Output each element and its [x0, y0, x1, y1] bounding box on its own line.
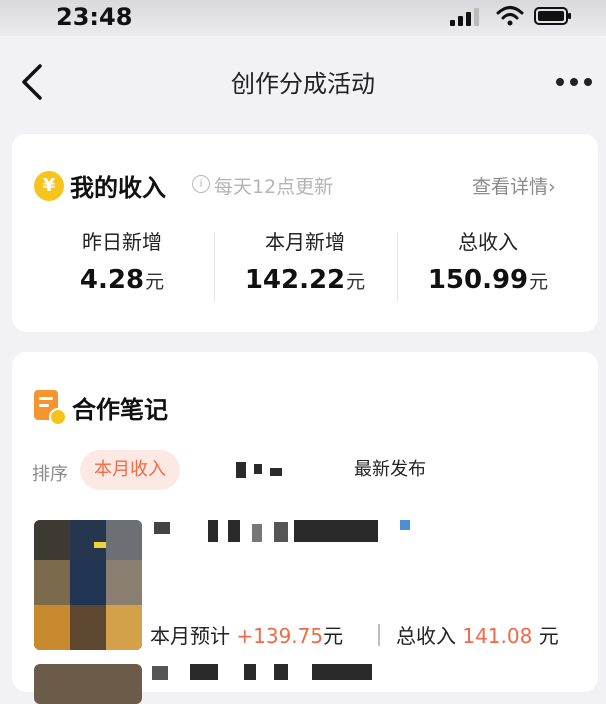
more-icon[interactable]	[556, 78, 596, 88]
sort-tab-month-income[interactable]: 本月收入	[80, 450, 180, 490]
status-bar: 23:48	[0, 0, 606, 36]
stat-unit: 元	[346, 271, 366, 293]
view-details-label: 查看详情	[472, 176, 549, 198]
total-income-label: 总收入	[396, 624, 456, 648]
stat-number: 142.22	[244, 265, 346, 295]
battery-icon	[534, 7, 571, 25]
sort-tab-label: 本月收入	[94, 459, 166, 480]
note-total-income: 总收入 141.08 元	[396, 620, 559, 649]
update-note: 每天12点更新	[214, 176, 334, 198]
chevron-right-icon: ›	[548, 176, 556, 198]
view-details-link[interactable]: 查看详情›	[472, 172, 556, 199]
notes-title: 合作笔记	[72, 396, 168, 424]
income-card: ¥ 我的收入 i 每天12点更新 查看详情› 昨日新增 4.28元 本月新增 1…	[12, 134, 598, 332]
note-thumbnail	[34, 520, 142, 650]
row-divider	[378, 624, 380, 646]
signal-icon	[450, 8, 484, 26]
stat-yesterday: 昨日新增 4.28元	[32, 226, 212, 295]
sort-tab-label: 最新发布	[354, 459, 426, 480]
nav-bar: 创作分成活动	[0, 36, 606, 126]
total-income-unit: 元	[538, 624, 559, 648]
stat-value: 4.28元	[32, 265, 212, 295]
stat-value: 150.99元	[398, 265, 578, 295]
page-title: 创作分成活动	[231, 70, 375, 98]
sort-tab-obscured[interactable]	[220, 450, 322, 490]
stat-label: 总收入	[458, 230, 518, 254]
stat-unit: 元	[529, 271, 549, 293]
note-thumbnail	[34, 664, 142, 704]
total-income-value: 141.08	[462, 624, 533, 648]
yuan-coin-icon: ¥	[34, 171, 64, 201]
stat-total: 总收入 150.99元	[398, 226, 578, 295]
info-icon[interactable]: i	[192, 175, 210, 193]
income-title: 我的收入	[70, 174, 166, 202]
month-estimate: 本月预计 +139.75元	[150, 620, 343, 649]
notes-icon	[34, 390, 67, 426]
stat-label: 昨日新增	[82, 230, 162, 254]
stat-label: 本月新增	[265, 230, 345, 254]
stat-unit: 元	[145, 271, 165, 293]
month-estimate-value: +139.75	[236, 624, 324, 648]
stat-this-month: 本月新增 142.22元	[215, 226, 395, 295]
month-estimate-label: 本月预计	[150, 624, 230, 648]
stat-number: 4.28	[79, 265, 145, 295]
wifi-icon	[496, 6, 524, 26]
month-estimate-unit: 元	[323, 624, 344, 648]
collab-notes-card: 合作笔记 排序 本月收入 最新发布 本月预计 +139.75元 总收入 141.…	[12, 352, 598, 704]
sort-label: 排序	[32, 464, 68, 485]
status-time: 23:48	[56, 3, 133, 31]
sort-tab-latest[interactable]: 最新发布	[340, 450, 440, 490]
stat-number: 150.99	[427, 265, 529, 295]
stat-value: 142.22元	[215, 265, 395, 295]
